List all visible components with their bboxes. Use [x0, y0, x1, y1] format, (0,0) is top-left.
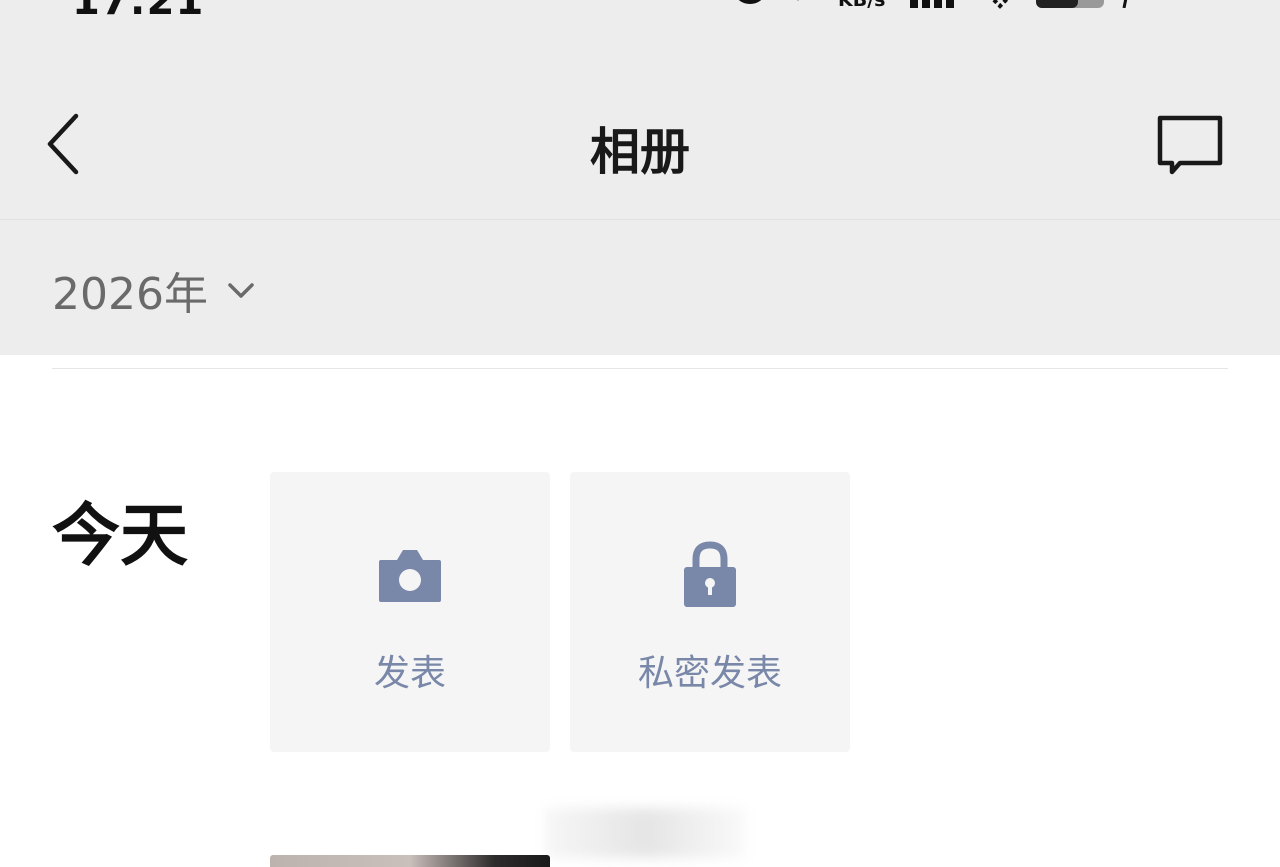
chevron-down-icon: [228, 283, 254, 298]
navigation-bar: 相册: [0, 70, 1280, 220]
page-title: 相册: [590, 123, 690, 181]
bluetooth-icon: [797, 0, 799, 1]
wifi-icon: [991, 0, 1009, 9]
alarm-icon: [738, 0, 762, 4]
network-speed-unit: KB/s: [838, 0, 886, 11]
status-time: 17:21: [72, 0, 205, 24]
lock-icon: [684, 541, 736, 607]
year-filter-bar: 2026年: [0, 220, 1280, 355]
photo-thumbnail[interactable]: [270, 855, 550, 867]
private-post-button[interactable]: 私密发表: [570, 472, 850, 752]
blurred-caption: [545, 808, 745, 858]
chat-bubble-icon: [1157, 115, 1223, 175]
battery-icon: [1036, 0, 1104, 8]
year-label: 2026年: [52, 269, 208, 320]
post-button[interactable]: 发表: [270, 472, 550, 752]
divider: [52, 368, 1228, 369]
camera-icon: [379, 550, 441, 602]
messages-button[interactable]: [1150, 110, 1230, 180]
day-label-today: 今天: [52, 497, 189, 576]
signal-icon: [910, 0, 954, 8]
year-dropdown[interactable]: 2026年: [52, 260, 256, 320]
private-post-label: 私密发表: [637, 653, 782, 694]
status-bar: 17:21 KB/s: [0, 0, 1280, 70]
post-label: 发表: [373, 653, 446, 694]
charging-icon: [1122, 0, 1128, 8]
